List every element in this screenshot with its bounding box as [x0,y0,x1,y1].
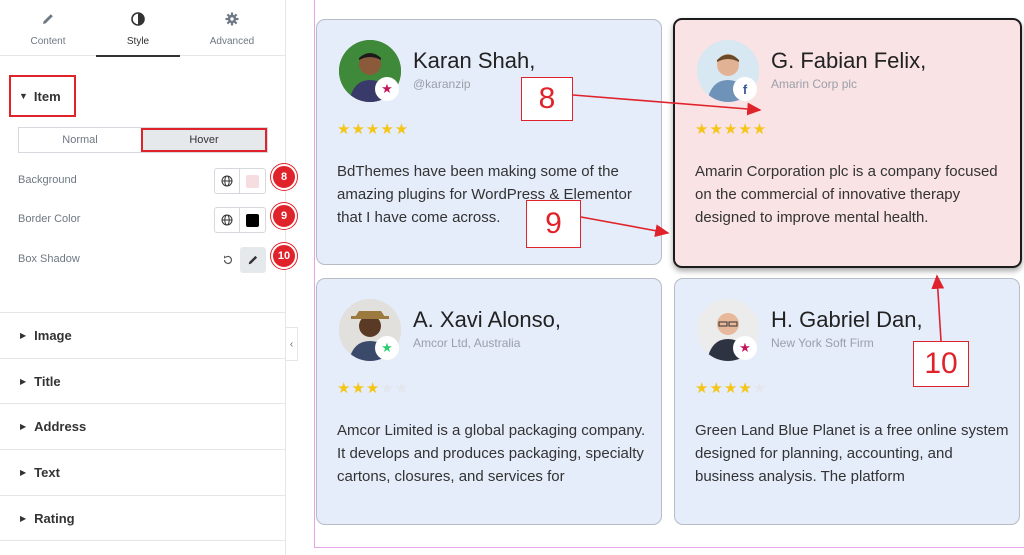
rating-stars: ★★★★★ [695,380,768,397]
globe-icon[interactable] [215,169,241,193]
caret-down-icon: ▼ [19,91,28,101]
reset-icon[interactable] [222,253,234,271]
accordion-text[interactable]: ▶ Text [0,449,286,495]
accordion-title[interactable]: ▶ Title [0,358,286,404]
section-item-toggle[interactable]: ▼ Item [9,75,76,117]
caret-right-icon: ▶ [20,377,27,386]
card-address: New York Soft Firm [771,336,874,350]
badge-9: 9 [271,203,297,229]
control-label: Box Shadow [18,253,80,265]
gear-icon [186,12,278,28]
card-address: Amarin Corp plc [771,77,858,91]
half-circle-icon [96,12,180,28]
edit-shadow-button[interactable] [240,247,266,273]
card-name: Karan Shah, [413,48,536,73]
background-picker [214,168,266,194]
card-name: A. Xavi Alonso, [413,307,561,332]
card-address: Amcor Ltd, Australia [413,336,521,350]
testimonial-card-hover[interactable]: f G. Fabian Felix, Amarin Corp plc ★★★★★… [673,18,1022,268]
star-icon: ★ [375,336,399,360]
testimonial-card[interactable]: ★ H. Gabriel Dan, New York Soft Firm ★★★… [674,278,1020,525]
background-control: Background [18,168,268,194]
tab-content[interactable]: Content [2,0,94,56]
control-label: Background [18,174,77,186]
pencil-icon [2,12,94,28]
globe-icon[interactable] [215,208,241,232]
card-text: Green Land Blue Planet is a free online … [695,419,1013,488]
callout-10: 10 [913,341,969,387]
card-text: Amcor Limited is a global packaging comp… [337,419,655,488]
accordion-address[interactable]: ▶ Address [0,403,286,449]
badge-10: 10 [271,243,297,269]
swatch-fill [246,213,259,227]
editor-panel: Content Style Advanced ▼ Item Normal Hov… [0,0,297,555]
card-text: BdThemes have been making some of the am… [337,160,655,229]
callout-9: 9 [526,200,581,248]
testimonial-card[interactable]: ★ Karan Shah, @karanzip ★★★★★ BdThemes h… [316,19,662,265]
tab-advanced[interactable]: Advanced [186,0,278,56]
pencil-icon [248,255,258,265]
text-line: business analysis. The platform [695,468,905,485]
caret-right-icon: ▶ [20,422,27,431]
text-line: Amarin Corporation plc is a company focu… [695,163,998,180]
panel-tabs: Content Style Advanced [0,0,286,57]
testimonial-card[interactable]: ★ A. Xavi Alonso, Amcor Ltd, Australia ★… [316,278,662,525]
caret-right-icon: ▶ [20,513,27,523]
text-line: Amcor Limited is a global packaging comp… [337,422,646,439]
star-icon: ★ [375,77,399,101]
caret-right-icon: ▶ [20,331,27,340]
card-address: @karanzip [413,77,471,91]
normal-state-tab[interactable]: Normal [19,128,141,152]
rating-stars: ★★★★★ [337,380,410,397]
accordion-label: Title [34,374,61,389]
callout-8: 8 [521,77,573,121]
card-name: G. Fabian Felix, [771,48,927,73]
accordion-label: Image [34,328,72,343]
tab-label: Style [126,36,150,47]
color-swatch[interactable] [240,208,265,232]
accordion-label: Text [34,465,60,480]
text-line: designed for planning, accounting, and [695,445,953,462]
tab-label: Content [30,36,66,47]
text-line: that I have come across. [337,209,501,226]
accordion-label: Address [34,419,87,434]
card-name: H. Gabriel Dan, [771,307,923,332]
accordion-image[interactable]: ▶ Image [0,312,286,358]
box-shadow-control: Box Shadow [18,247,268,273]
tab-label: Advanced [209,36,255,47]
border-color-picker [214,207,266,233]
text-line: BdThemes have been making some of the [337,163,619,180]
facebook-icon: f [733,77,757,101]
text-line: on the commercial of innovative therapy [695,186,961,203]
star-icon: ★ [733,336,757,360]
rating-stars: ★★★★★ [337,121,410,138]
rating-stars: ★★★★★ [695,121,768,138]
border-color-control: Border Color [18,207,268,233]
hover-state-tab[interactable]: Hover [141,128,267,152]
text-line: cartons, closures, and services for [337,468,565,485]
text-line: amazing plugins for WordPress & Elemento… [337,186,632,203]
control-label: Border Color [18,213,81,225]
accordion-rating[interactable]: ▶ Rating [0,495,286,541]
color-swatch[interactable] [240,169,265,193]
text-line: Green Land Blue Planet is a free online … [695,422,1009,439]
accordion-label: Rating [34,510,75,526]
text-line: designed to improve mental health. [695,209,929,226]
chevron-left-icon: ‹ [289,338,294,350]
badge-8: 8 [271,164,297,190]
swatch-fill [246,174,259,188]
card-text: Amarin Corporation plc is a company focu… [695,160,1013,229]
collapse-panel-button[interactable]: ‹ [286,327,298,361]
section-label: Item [33,88,61,104]
tab-style[interactable]: Style [96,0,180,57]
caret-right-icon: ▶ [20,468,27,477]
text-line: It develops and produces packaging, spec… [337,445,644,462]
state-toggle: Normal Hover [18,127,268,153]
